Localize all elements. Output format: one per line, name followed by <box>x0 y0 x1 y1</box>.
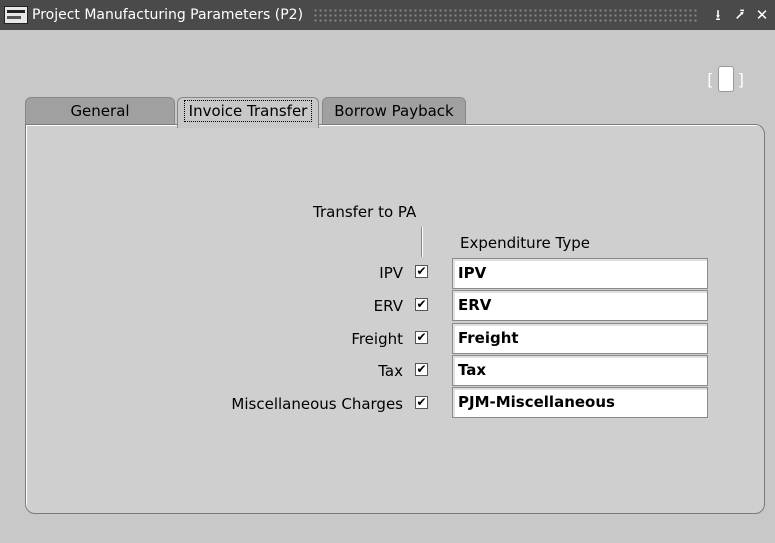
transfer-to-pa-header: Transfer to PA <box>313 203 417 221</box>
tab-invoice-transfer[interactable]: Invoice Transfer <box>177 97 319 128</box>
tab-borrow-payback[interactable]: Borrow Payback <box>322 97 466 126</box>
tab-invoice-transfer-label: Invoice Transfer <box>183 100 313 122</box>
ipv-expenditure-field[interactable]: IPV <box>452 258 708 289</box>
window-titlebar: Project Manufacturing Parameters (P2) ⭳ … <box>0 0 775 30</box>
ipv-checkbox[interactable]: ✔ <box>415 265 428 278</box>
maximize-icon[interactable]: ⭷ <box>731 6 749 24</box>
misc-charges-label: Miscellaneous Charges <box>231 395 403 413</box>
erv-label: ERV <box>373 297 403 315</box>
bracket-right: ] <box>736 69 747 89</box>
tab-general-label: General <box>70 102 130 120</box>
record-indicator[interactable]: [ ] <box>705 66 746 92</box>
tax-checkbox[interactable]: ✔ <box>415 363 428 376</box>
erv-expenditure-field[interactable]: ERV <box>452 290 708 321</box>
misc-charges-expenditure-field[interactable]: PJM-Miscellaneous <box>452 387 708 418</box>
tab-general[interactable]: General <box>25 97 175 126</box>
tax-expenditure-field[interactable]: Tax <box>452 355 708 386</box>
erv-checkbox[interactable]: ✔ <box>415 298 428 311</box>
titlebar-drag-area[interactable] <box>313 8 699 22</box>
header-divider <box>421 227 423 257</box>
tab-borrow-payback-label: Borrow Payback <box>334 102 454 120</box>
close-icon[interactable]: ✕ <box>753 6 771 24</box>
bracket-left: [ <box>705 69 715 89</box>
freight-label: Freight <box>351 330 403 348</box>
window-title: Project Manufacturing Parameters (P2) <box>32 7 304 23</box>
minimize-icon[interactable]: ⭳ <box>709 6 727 24</box>
freight-expenditure-field[interactable]: Freight <box>452 323 708 354</box>
app-icon <box>4 6 28 24</box>
misc-charges-checkbox[interactable]: ✔ <box>415 396 428 409</box>
record-box-icon <box>717 66 734 92</box>
tax-label: Tax <box>378 362 403 380</box>
expenditure-type-header: Expenditure Type <box>460 234 590 252</box>
freight-checkbox[interactable]: ✔ <box>415 331 428 344</box>
ipv-label: IPV <box>379 264 403 282</box>
